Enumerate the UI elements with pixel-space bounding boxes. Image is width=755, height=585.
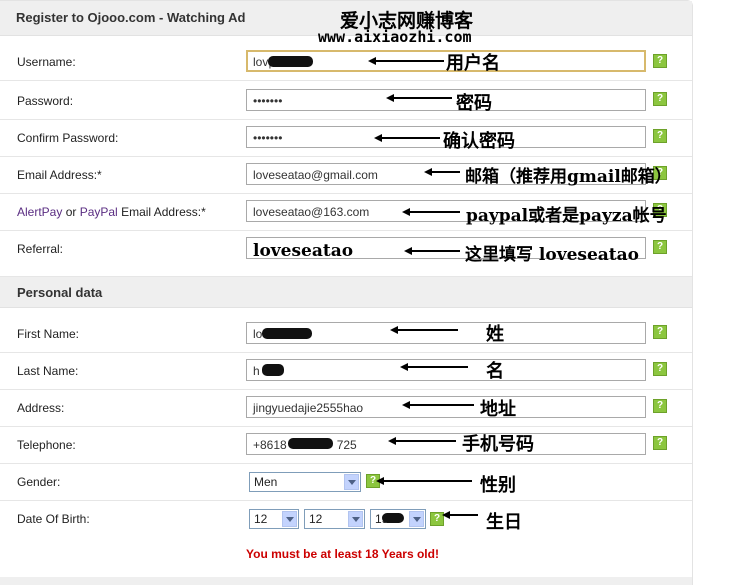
username-help-icon[interactable]: ?	[653, 54, 667, 68]
last-name-input[interactable]: h	[246, 359, 646, 381]
telephone-help-icon[interactable]: ?	[653, 436, 667, 450]
watermark-url: www.aixiaozhi.com	[318, 28, 472, 46]
address-help-icon[interactable]: ?	[653, 399, 667, 413]
address-label: Address:	[17, 401, 65, 415]
first-name-label: First Name:	[17, 327, 80, 341]
chevron-down-icon[interactable]	[409, 511, 424, 527]
username-label: Username:	[17, 55, 76, 69]
annotation-referral: 这里填写 loveseatao	[465, 245, 640, 265]
redaction-mark	[262, 364, 284, 376]
telephone-label: Telephone:	[17, 438, 76, 452]
last-name-label: Last Name:	[17, 364, 79, 378]
telephone-value-end: 725	[336, 438, 357, 452]
annotation-first-name: 姓	[486, 324, 504, 345]
arrow-line	[380, 137, 440, 139]
confirm-password-label: Confirm Password:	[17, 131, 119, 145]
referral-label: Referral:	[17, 242, 64, 256]
redaction-mark	[268, 56, 313, 67]
arrow-line	[374, 60, 444, 62]
form-title: Register to Ojooo.com - Watching Ad	[16, 10, 246, 25]
address-input[interactable]: jingyuedajie2555hao	[246, 396, 646, 418]
chevron-down-icon[interactable]	[348, 511, 363, 527]
registration-form: Register to Ojooo.com - Watching Ad User…	[0, 0, 693, 585]
chevron-down-icon[interactable]	[344, 474, 359, 490]
redaction-mark	[262, 328, 312, 339]
annotation-paypal: paypal或者是payza帐号	[466, 206, 667, 226]
arrow-line	[396, 329, 458, 331]
password-label: Password:	[17, 94, 74, 108]
payment-email-label-rest: Email Address:*	[117, 205, 206, 219]
arrow-line	[406, 366, 468, 368]
arrow-line	[394, 440, 456, 442]
telephone-value-start: +8618	[253, 438, 287, 452]
age-warning: You must be at least 18 Years old!	[246, 547, 439, 561]
password-input[interactable]: •••••••	[246, 89, 646, 111]
arrow-line	[392, 97, 452, 99]
annotation-username: 用户名	[446, 53, 500, 74]
annotation-email: 邮箱（推荐用gmail邮箱）	[465, 167, 672, 187]
referral-help-icon[interactable]: ?	[653, 240, 667, 254]
confirm-password-help-icon[interactable]: ?	[653, 129, 667, 143]
dob-day-select[interactable]: 12	[304, 509, 365, 529]
first-name-help-icon[interactable]: ?	[653, 325, 667, 339]
annotation-dob: 生日	[486, 512, 522, 533]
payment-email-label: AlertPay or PayPal Email Address:*	[17, 205, 206, 219]
dob-month-select[interactable]: 12	[249, 509, 299, 529]
arrow-line	[408, 404, 474, 406]
arrow-line	[448, 514, 478, 516]
dob-month-value: 12	[254, 512, 268, 526]
annotation-confirm: 确认密码	[443, 131, 515, 152]
gender-select[interactable]: Men	[249, 472, 361, 492]
personal-data-section: Personal data	[0, 277, 692, 308]
password-help-icon[interactable]: ?	[653, 92, 667, 106]
personal-data-title: Personal data	[17, 285, 103, 300]
arrow-line	[408, 211, 460, 213]
dob-label: Date Of Birth:	[17, 512, 90, 526]
paypal-link[interactable]: PayPal	[80, 205, 118, 219]
annotation-telephone: 手机号码	[462, 434, 534, 455]
arrow-line	[410, 250, 460, 252]
arrow-line	[430, 171, 460, 173]
annotation-last-name: 名	[486, 361, 504, 382]
email-label: Email Address:*	[17, 168, 102, 182]
redaction-mark	[382, 513, 404, 523]
annotation-address: 地址	[480, 399, 516, 420]
annotation-password: 密码	[456, 93, 492, 114]
gender-value: Men	[254, 475, 278, 489]
alertpay-link[interactable]: AlertPay	[17, 205, 62, 219]
referral-handwritten-value: loveseatao	[253, 241, 354, 261]
or-text: or	[62, 205, 80, 219]
annotation-gender: 性别	[480, 475, 516, 496]
dob-day-value: 12	[309, 512, 323, 526]
chevron-down-icon[interactable]	[282, 511, 297, 527]
redaction-mark	[288, 438, 333, 449]
gender-label: Gender:	[17, 475, 61, 489]
arrow-line	[382, 480, 472, 482]
last-name-help-icon[interactable]: ?	[653, 362, 667, 376]
